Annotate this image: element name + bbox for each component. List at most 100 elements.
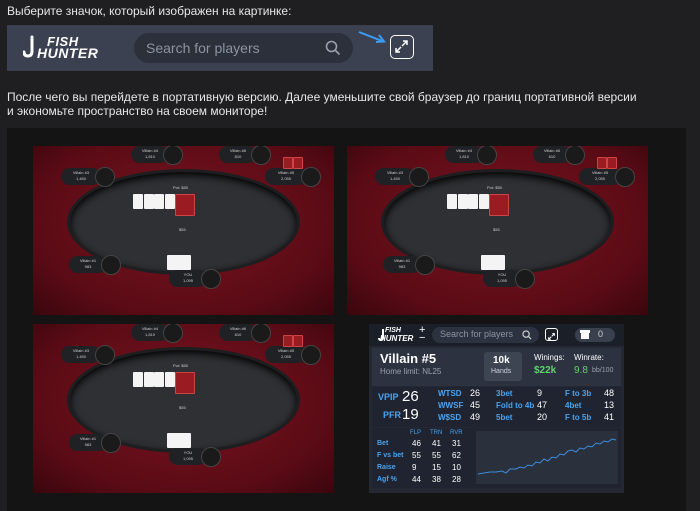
stat-label: F to 3b (565, 389, 592, 398)
playing-card (133, 194, 143, 209)
hidden-card (607, 157, 617, 169)
pot-label: Pot: $55 (487, 185, 502, 190)
street-value: 55 (412, 451, 421, 460)
street-row-label: F vs bet (377, 452, 404, 459)
hero-card (495, 255, 505, 270)
street-row-label: Bet (377, 440, 389, 447)
player-avatar (201, 269, 221, 289)
pot-label: Pot: $55 (173, 363, 188, 368)
hud-hands-label: Hands (491, 368, 512, 375)
player-avatar (409, 167, 429, 187)
stat-label: Fold to 4b (496, 401, 535, 410)
stat-label: 5bet (496, 413, 513, 422)
street-value: 31 (452, 439, 461, 448)
playing-card (175, 194, 195, 216)
playing-card (154, 194, 164, 209)
stat-label: F to 5b (565, 413, 592, 422)
stat-label: 3bet (496, 389, 513, 398)
paragraph-line-1: После чего вы перейдете в портативную ве… (7, 90, 637, 104)
hud-winrate-value: 9.8 (574, 365, 588, 376)
hidden-card (283, 157, 293, 169)
search-icon[interactable] (325, 40, 341, 56)
player-avatar (101, 255, 121, 275)
vpip-label: VPIP (378, 392, 399, 402)
hidden-card (293, 157, 303, 169)
player-avatar (95, 345, 115, 365)
stat-value: 9 (537, 388, 543, 398)
street-header: FLP (410, 430, 422, 436)
player-avatar (251, 324, 271, 343)
hud-minus-button[interactable]: − (419, 332, 425, 344)
hud-winnings-value: $22k (534, 365, 557, 376)
hero-card (181, 255, 191, 270)
search-bar[interactable]: Search for players (134, 33, 353, 63)
fishhunter-logo: FISH HUNTER (19, 35, 114, 61)
stat-value: 45 (470, 400, 481, 410)
street-value: 44 (412, 475, 421, 484)
street-value: 62 (452, 451, 461, 460)
player-avatar (415, 255, 435, 275)
poker-table-screenshot: Villain #4 1,810 Villain #6 810 Villain #3 1,… (347, 146, 648, 315)
winnings-graph (476, 431, 618, 484)
street-value: 46 (412, 439, 421, 448)
street-header: RVR (450, 430, 463, 436)
hud-logo-hunter: HUNTER (380, 334, 414, 343)
pfr-label: PFR (383, 410, 401, 420)
player-avatar (163, 324, 183, 343)
logo-text-hunter: HUNTER (37, 45, 99, 61)
player-avatar (163, 146, 183, 165)
poker-table-screenshot: Villain #4 1,810 Villain #6 810 Villain #3 1,… (33, 146, 334, 315)
player-avatar (95, 167, 115, 187)
player-hud: FISH HUNTER + − Search for players 0 Vil… (369, 324, 624, 493)
hud-expand-button[interactable] (545, 328, 558, 341)
playing-card (478, 194, 489, 209)
playing-card (175, 372, 195, 394)
expand-button[interactable] (390, 35, 414, 59)
hud-winrate-unit: bb/100 (592, 367, 614, 374)
playing-card (164, 194, 175, 209)
street-value: 38 (432, 475, 441, 484)
hud-counter[interactable]: 0 (575, 328, 615, 342)
playing-card (489, 194, 509, 216)
stat-label: W$SD (438, 413, 462, 422)
street-value: 55 (432, 451, 441, 460)
playing-card (457, 194, 468, 209)
stat-label: 4bet (565, 401, 582, 410)
winnings-graph-line (477, 438, 617, 475)
stat-value: 48 (604, 388, 615, 398)
player-avatar (201, 447, 221, 467)
stat-value: 13 (604, 400, 615, 410)
hud-home-limit: Home limit: NL25 (380, 367, 442, 376)
pot-label: Pot: $55 (173, 185, 188, 190)
paragraph-line-2: и экономьте пространство на своем монито… (7, 104, 268, 118)
stat-label: WWSF (438, 401, 464, 410)
hud-logo-fish: FISH (385, 327, 401, 334)
hud-postflop-stats: FLP TRN RVR Bet 46 41 31 F vs bet 55 55 62 Raise 9 15… (372, 428, 621, 488)
street-row-label: Agf % (377, 476, 397, 483)
street-row-label: Raise (377, 464, 396, 471)
stat-value: 41 (604, 412, 615, 422)
stat-value: 47 (537, 400, 548, 410)
hud-counter-value: 0 (598, 329, 604, 339)
pfr-value: 19 (402, 406, 419, 423)
street-value: 41 (432, 439, 441, 448)
hud-player-name: Villain #5 (380, 351, 437, 366)
vpip-value: 26 (402, 388, 419, 405)
playing-card (143, 194, 154, 209)
hook-icon (23, 35, 34, 58)
hud-hands-box: 10k Hands (484, 352, 522, 381)
stat-label: WTSD (438, 389, 462, 398)
playing-card (143, 372, 154, 387)
playing-card (154, 372, 164, 387)
player-avatar (101, 433, 121, 453)
expand-icon (548, 333, 555, 340)
playing-card (133, 372, 143, 387)
player-avatar (565, 146, 585, 165)
hud-winnings-label: Winings: (534, 353, 565, 362)
hidden-card (283, 335, 293, 347)
search-icon[interactable] (522, 330, 532, 340)
playing-card (468, 194, 478, 209)
instruction-text: Выберите значок, который изображен на ка… (7, 4, 292, 18)
hud-search-bar[interactable]: Search for players (432, 327, 539, 343)
street-value: 15 (432, 463, 441, 472)
